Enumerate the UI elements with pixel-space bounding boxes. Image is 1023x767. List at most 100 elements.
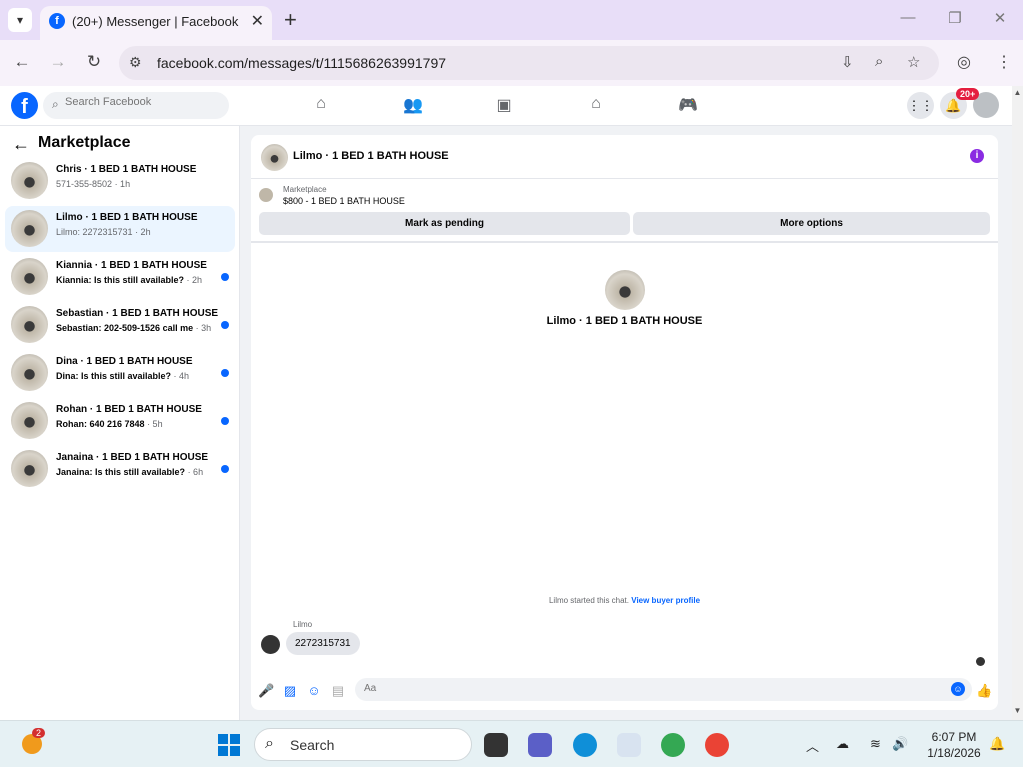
profile-icon[interactable]: ◎ xyxy=(957,52,971,72)
conversation-avatar xyxy=(11,162,48,199)
back-icon[interactable]: ← xyxy=(11,52,33,72)
page-scrollbar[interactable]: ▲ ▼ xyxy=(1012,86,1023,720)
site-settings-icon[interactable]: ⚙ xyxy=(129,54,142,71)
address-bar-row: ← → ↻ ⚙ facebook.com/messages/t/11156862… xyxy=(0,40,1023,86)
wifi-icon[interactable]: ≋ xyxy=(870,736,881,752)
conversation-item[interactable]: Sebastian · 1 BED 1 BATH HOUSE Sebastian… xyxy=(5,302,235,348)
scroll-up-icon[interactable]: ▲ xyxy=(1012,88,1023,97)
edge-icon[interactable] xyxy=(573,733,597,757)
url-text[interactable]: facebook.com/messages/t/1115686263991797 xyxy=(157,55,446,71)
sidebar-title: Marketplace xyxy=(38,134,131,151)
message-avatar[interactable] xyxy=(261,635,280,654)
video-icon[interactable]: ▣ xyxy=(493,95,515,115)
emoji-icon[interactable]: ☺ xyxy=(951,682,965,696)
facebook-logo-icon[interactable]: f xyxy=(11,92,38,119)
seen-indicator-icon xyxy=(976,657,985,666)
browser-tab-bar: ▾ f (20+) Messenger | Facebook ✕ + — ❐ ✕ xyxy=(0,0,1023,40)
chat-started-notice: Lilmo started this chat. View buyer prof… xyxy=(548,596,701,605)
facebook-search[interactable]: ⌕ xyxy=(43,92,229,119)
weather-badge: 2 xyxy=(32,728,46,738)
contact-avatar[interactable] xyxy=(605,270,645,310)
message-input[interactable] xyxy=(364,683,924,694)
meet-icon[interactable] xyxy=(528,733,552,757)
snipping-tool-icon[interactable] xyxy=(617,733,641,757)
volume-icon[interactable]: 🔊 xyxy=(892,736,908,752)
conversation-snippet: Kiannia: Is this still available? · 2h xyxy=(56,275,203,285)
conversation-name: Lilmo · 1 BED 1 BATH HOUSE xyxy=(56,212,198,223)
microphone-icon[interactable]: 🎤 xyxy=(258,683,274,699)
conversation-avatar xyxy=(11,450,48,487)
conversation-avatar xyxy=(11,306,48,343)
chrome-icon[interactable] xyxy=(661,733,685,757)
task-view-icon[interactable] xyxy=(484,733,508,757)
gif-icon[interactable]: ▤ xyxy=(330,683,346,699)
facebook-favicon-icon: f xyxy=(49,13,65,29)
clock-time[interactable]: 6:07 PM xyxy=(924,730,984,744)
sticker-icon[interactable]: ☺ xyxy=(306,683,322,698)
taskbar-search[interactable]: ⌕ Search xyxy=(254,728,472,761)
chat-title[interactable]: Lilmo · 1 BED 1 BATH HOUSE xyxy=(293,150,449,162)
new-tab-icon[interactable]: + xyxy=(284,7,297,33)
message-bubble[interactable]: 2272315731 xyxy=(286,632,360,655)
zoom-icon[interactable]: ⌕ xyxy=(875,53,883,70)
scroll-down-icon[interactable]: ▼ xyxy=(1012,706,1023,715)
conversation-name: Sebastian · 1 BED 1 BATH HOUSE xyxy=(56,308,219,319)
chat-header-avatar[interactable] xyxy=(261,144,288,171)
omnibox[interactable]: ⚙ facebook.com/messages/t/11156862639917… xyxy=(119,46,939,80)
back-arrow-icon[interactable]: ← xyxy=(12,134,30,155)
chrome-profile-icon[interactable] xyxy=(705,733,729,757)
divider xyxy=(251,178,998,179)
taskbar-search-label: Search xyxy=(290,737,335,753)
unread-dot-icon xyxy=(221,417,229,425)
thumbs-up-icon[interactable]: 👍 xyxy=(976,683,992,699)
conversation-avatar xyxy=(11,402,48,439)
conversation-item[interactable]: Dina · 1 BED 1 BATH HOUSE Dina: Is this … xyxy=(5,350,235,396)
conversation-item[interactable]: Janaina · 1 BED 1 BATH HOUSE Janaina: Is… xyxy=(5,446,235,492)
reload-icon[interactable]: ↻ xyxy=(83,52,105,72)
listing-thumbnail[interactable] xyxy=(259,188,273,202)
gaming-icon[interactable]: 🎮 xyxy=(677,95,699,115)
notification-bell-icon[interactable]: 🔔 xyxy=(989,736,1005,752)
conversation-item-active[interactable]: Lilmo · 1 BED 1 BATH HOUSE Lilmo: 227231… xyxy=(5,206,235,252)
marketplace-label: Marketplace xyxy=(283,185,327,194)
conversation-snippet: Rohan: 640 216 7848 · 5h xyxy=(56,419,163,429)
search-icon: ⌕ xyxy=(52,97,59,111)
onedrive-icon[interactable]: ☁ xyxy=(836,736,849,752)
chrome-menu-icon[interactable]: ⋮ xyxy=(996,52,1012,72)
conversation-name: Dina · 1 BED 1 BATH HOUSE xyxy=(56,356,193,367)
marketplace-icon[interactable]: ⌂ xyxy=(585,95,607,113)
home-icon[interactable]: ⌂ xyxy=(310,95,332,113)
unread-dot-icon xyxy=(221,465,229,473)
conversation-item[interactable]: Kiannia · 1 BED 1 BATH HOUSE Kiannia: Is… xyxy=(5,254,235,300)
conversation-item[interactable]: Chris · 1 BED 1 BATH HOUSE 571-355-8502 … xyxy=(5,158,235,204)
forward-icon[interactable]: → xyxy=(47,52,69,72)
facebook-search-input[interactable] xyxy=(65,96,215,108)
install-app-icon[interactable]: ⇩ xyxy=(841,53,854,71)
conversation-avatar xyxy=(11,258,48,295)
windows-start-icon[interactable] xyxy=(218,734,240,756)
conversation-name: Rohan · 1 BED 1 BATH HOUSE xyxy=(56,404,202,415)
window-close-icon[interactable]: ✕ xyxy=(990,9,1010,27)
conversation-avatar xyxy=(11,354,48,391)
info-icon[interactable]: i xyxy=(970,149,984,163)
photo-icon[interactable]: ▨ xyxy=(282,683,298,699)
conversation-snippet: Sebastian: 202-509-1526 call me · 3h xyxy=(56,323,212,333)
tray-chevron-icon[interactable]: ︿ xyxy=(806,736,819,755)
browser-tab[interactable]: f (20+) Messenger | Facebook ✕ xyxy=(40,6,272,40)
mark-as-pending-button[interactable]: Mark as pending xyxy=(259,212,630,235)
restore-icon[interactable]: ❐ xyxy=(945,9,965,27)
friends-icon[interactable]: 👥 xyxy=(402,95,424,115)
message-composer[interactable]: ☺ xyxy=(355,678,972,701)
view-buyer-profile-link[interactable]: View buyer profile xyxy=(631,596,700,605)
tab-close-icon[interactable]: ✕ xyxy=(251,11,264,31)
conversation-item[interactable]: Rohan · 1 BED 1 BATH HOUSE Rohan: 640 21… xyxy=(5,398,235,444)
more-options-button[interactable]: More options xyxy=(633,212,990,235)
clock-date[interactable]: 1/18/2026 xyxy=(924,746,984,760)
listing-title[interactable]: $800 - 1 BED 1 BATH HOUSE xyxy=(283,196,405,206)
bookmark-star-icon[interactable]: ☆ xyxy=(907,53,920,71)
minimize-icon[interactable]: — xyxy=(898,9,918,26)
tab-search-dropdown-icon[interactable]: ▾ xyxy=(8,8,32,32)
conversation-snippet: Janaina: Is this still available? · 6h xyxy=(56,467,204,477)
divider xyxy=(251,241,998,243)
menu-grid-icon[interactable]: ⋮⋮ xyxy=(907,92,934,119)
